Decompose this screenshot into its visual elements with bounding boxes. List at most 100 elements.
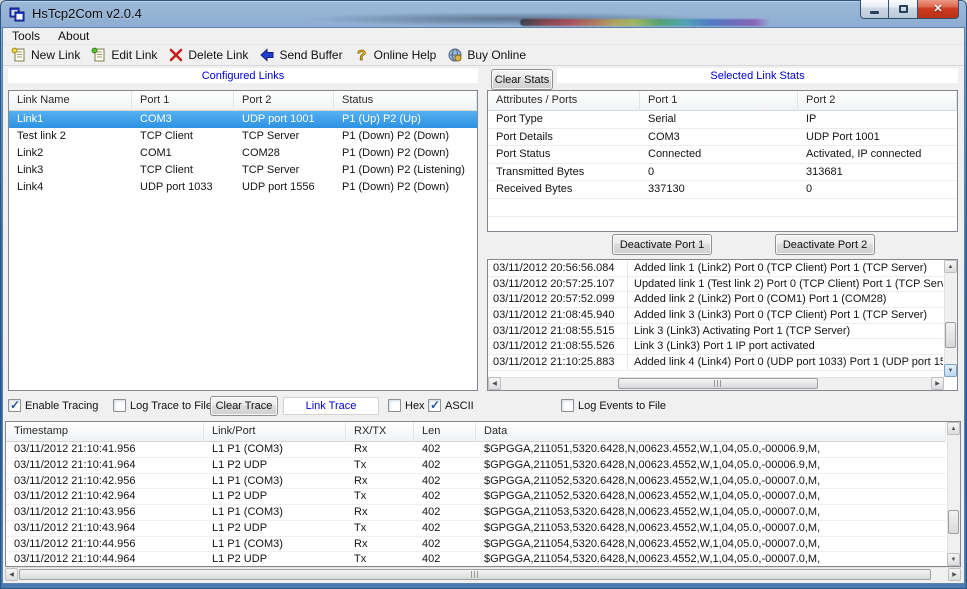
ascii-checkbox[interactable]: ASCII [428,399,474,412]
table-row[interactable]: Link1COM3UDP port 1001P1 (Up) P2 (Up) [9,111,477,128]
scroll-left-icon[interactable]: ◀ [5,568,18,581]
scroll-down-icon[interactable]: ▼ [947,553,960,566]
clear-stats-button[interactable]: Clear Stats [491,69,553,90]
configured-links-columns: Link NamePort 1Port 2Status [9,91,477,111]
trace-rows: 03/11/2012 21:10:41.956L1 P1 (COM3)Rx402… [6,442,946,567]
title-bar[interactable]: HsTcp2Com v2.0.4 ✕ [0,0,967,28]
event-log-hscroll-thumb[interactable] [618,378,818,389]
menu-tools[interactable]: Tools [3,29,49,43]
trace-vscroll-thumb[interactable] [948,510,959,534]
close-icon: ✕ [933,2,942,15]
table-row[interactable] [488,217,957,232]
edit-link-icon [91,47,107,63]
buy-online-button[interactable]: Buy Online [443,46,533,64]
deactivate-port1-button[interactable]: Deactivate Port 1 [612,234,712,255]
table-row[interactable]: 03/11/2012 21:10:42.956L1 P1 (COM3)Rx402… [6,474,946,490]
scroll-up-icon[interactable]: ▲ [944,260,957,273]
table-row[interactable]: Link2COM1COM28P1 (Down) P2 (Down) [9,145,477,162]
online-help-icon: ? [354,47,370,63]
table-row[interactable]: 03/11/2012 21:10:41.964L1 P2 UDPTx402$GP… [6,458,946,474]
table-row[interactable]: 03/11/2012 20:57:25.107Updated link 1 (T… [488,277,943,293]
delete-link-button[interactable]: Delete Link [164,46,255,64]
log-trace-checkbox[interactable]: Log Trace to File [113,399,212,412]
trace-vscrollbar[interactable]: ▲ ▼ [947,422,960,566]
deactivate-port1-label: Deactivate Port 1 [620,239,704,251]
event-log-vscroll-thumb[interactable] [945,322,956,348]
checkbox-box[interactable] [561,399,574,412]
ascii-label: ASCII [445,400,474,412]
toolbar-button-label: Edit Link [111,48,157,62]
column-header[interactable]: RX/TX [346,422,414,442]
table-row[interactable]: Received Bytes3371300 [488,181,957,199]
clear-trace-button[interactable]: Clear Trace [210,396,278,416]
event-log-vscrollbar[interactable]: ▲ ▼ [944,260,957,377]
table-row[interactable]: 03/11/2012 21:10:43.964L1 P2 UDPTx402$GP… [6,521,946,537]
column-header[interactable]: Port 2 [234,91,334,111]
table-row[interactable]: 03/11/2012 20:57:52.099Added link 2 (Lin… [488,292,943,308]
toolbar: New Link Edit Link Delete Link Send Buff… [3,45,964,66]
edit-link-button[interactable]: Edit Link [87,46,164,64]
main-hscroll-thumb[interactable] [19,569,931,580]
column-header[interactable]: Link Name [9,91,132,111]
checkbox-box[interactable] [8,399,21,412]
scroll-right-icon[interactable]: ▶ [948,568,961,581]
main-hscrollbar[interactable]: ◀ ▶ [5,567,961,580]
table-row[interactable]: 03/11/2012 21:10:43.956L1 P1 (COM3)Rx402… [6,505,946,521]
new-link-button[interactable]: New Link [7,46,87,64]
column-header[interactable]: Timestamp [6,422,204,442]
send-buffer-button[interactable]: Send Buffer [255,46,349,64]
send-buffer-icon [259,47,275,63]
enable-tracing-checkbox[interactable]: Enable Tracing [8,399,98,412]
toolbar-button-label: Buy Online [467,48,526,62]
close-button[interactable]: ✕ [917,0,959,19]
maximize-button[interactable] [889,0,917,19]
table-row[interactable]: 03/11/2012 21:08:55.515Link 3 (Link3) Ac… [488,324,943,340]
hex-checkbox[interactable]: Hex [388,399,425,412]
column-header[interactable]: Port 2 [798,91,957,111]
table-row[interactable]: Transmitted Bytes0313681 [488,164,957,182]
table-row[interactable]: 03/11/2012 21:10:44.964L1 P2 UDPTx402$GP… [6,552,946,567]
column-header[interactable]: Port 1 [132,91,234,111]
column-header[interactable]: Data [476,422,946,442]
checkbox-box[interactable] [428,399,441,412]
table-row[interactable]: Test link 2TCP ClientTCP ServerP1 (Down)… [9,128,477,145]
enable-tracing-label: Enable Tracing [25,400,98,412]
scroll-right-icon[interactable]: ▶ [931,377,944,390]
table-row[interactable]: Port StatusConnectedActivated, IP connec… [488,146,957,164]
column-header[interactable]: Len [414,422,476,442]
table-row[interactable]: Port TypeSerialIP [488,111,957,129]
table-row[interactable]: 03/11/2012 21:10:42.964L1 P2 UDPTx402$GP… [6,489,946,505]
table-row[interactable]: Link4UDP port 1033UDP port 1556P1 (Down)… [9,179,477,196]
table-row[interactable] [488,199,957,217]
log-trace-label: Log Trace to File [130,400,212,412]
table-row[interactable]: 03/11/2012 20:56:56.084Added link 1 (Lin… [488,261,943,277]
column-header[interactable]: Link/Port [204,422,346,442]
table-row[interactable]: 03/11/2012 21:10:25.883Added link 4 (Lin… [488,355,943,371]
table-row[interactable]: 03/11/2012 21:08:55.526Link 3 (Link3) Po… [488,339,943,355]
checkbox-box[interactable] [388,399,401,412]
table-row[interactable]: Port DetailsCOM3UDP Port 1001 [488,129,957,147]
hex-label: Hex [405,400,425,412]
link-trace-panel-title: Link Trace [283,397,379,415]
link-stats-rows: Port TypeSerialIPPort DetailsCOM3UDP Por… [488,111,957,232]
scroll-left-icon[interactable]: ◀ [488,377,501,390]
scroll-down-icon[interactable]: ▼ [944,364,957,377]
column-header[interactable]: Status [334,91,477,111]
event-log-hscrollbar[interactable]: ◀ ▶ [488,377,944,390]
menu-about[interactable]: About [49,29,98,43]
scroll-up-icon[interactable]: ▲ [947,422,960,435]
deactivate-port2-button[interactable]: Deactivate Port 2 [775,234,875,255]
table-row[interactable]: 03/11/2012 21:10:44.956L1 P1 (COM3)Rx402… [6,537,946,553]
clear-trace-label: Clear Trace [216,400,273,412]
table-row[interactable]: 03/11/2012 21:10:41.956L1 P1 (COM3)Rx402… [6,442,946,458]
checkbox-box[interactable] [113,399,126,412]
svg-text:?: ? [357,47,366,63]
column-header[interactable]: Attributes / Ports [488,91,640,111]
table-row[interactable]: Link3TCP ClientTCP ServerP1 (Down) P2 (L… [9,162,477,179]
log-events-checkbox[interactable]: Log Events to File [561,399,666,412]
table-row[interactable]: 03/11/2012 21:08:45.940Added link 3 (Lin… [488,308,943,324]
online-help-button[interactable]: ? Online Help [350,46,444,64]
column-header[interactable]: Port 1 [640,91,798,111]
minimize-button[interactable] [860,0,889,19]
log-events-label: Log Events to File [578,400,666,412]
